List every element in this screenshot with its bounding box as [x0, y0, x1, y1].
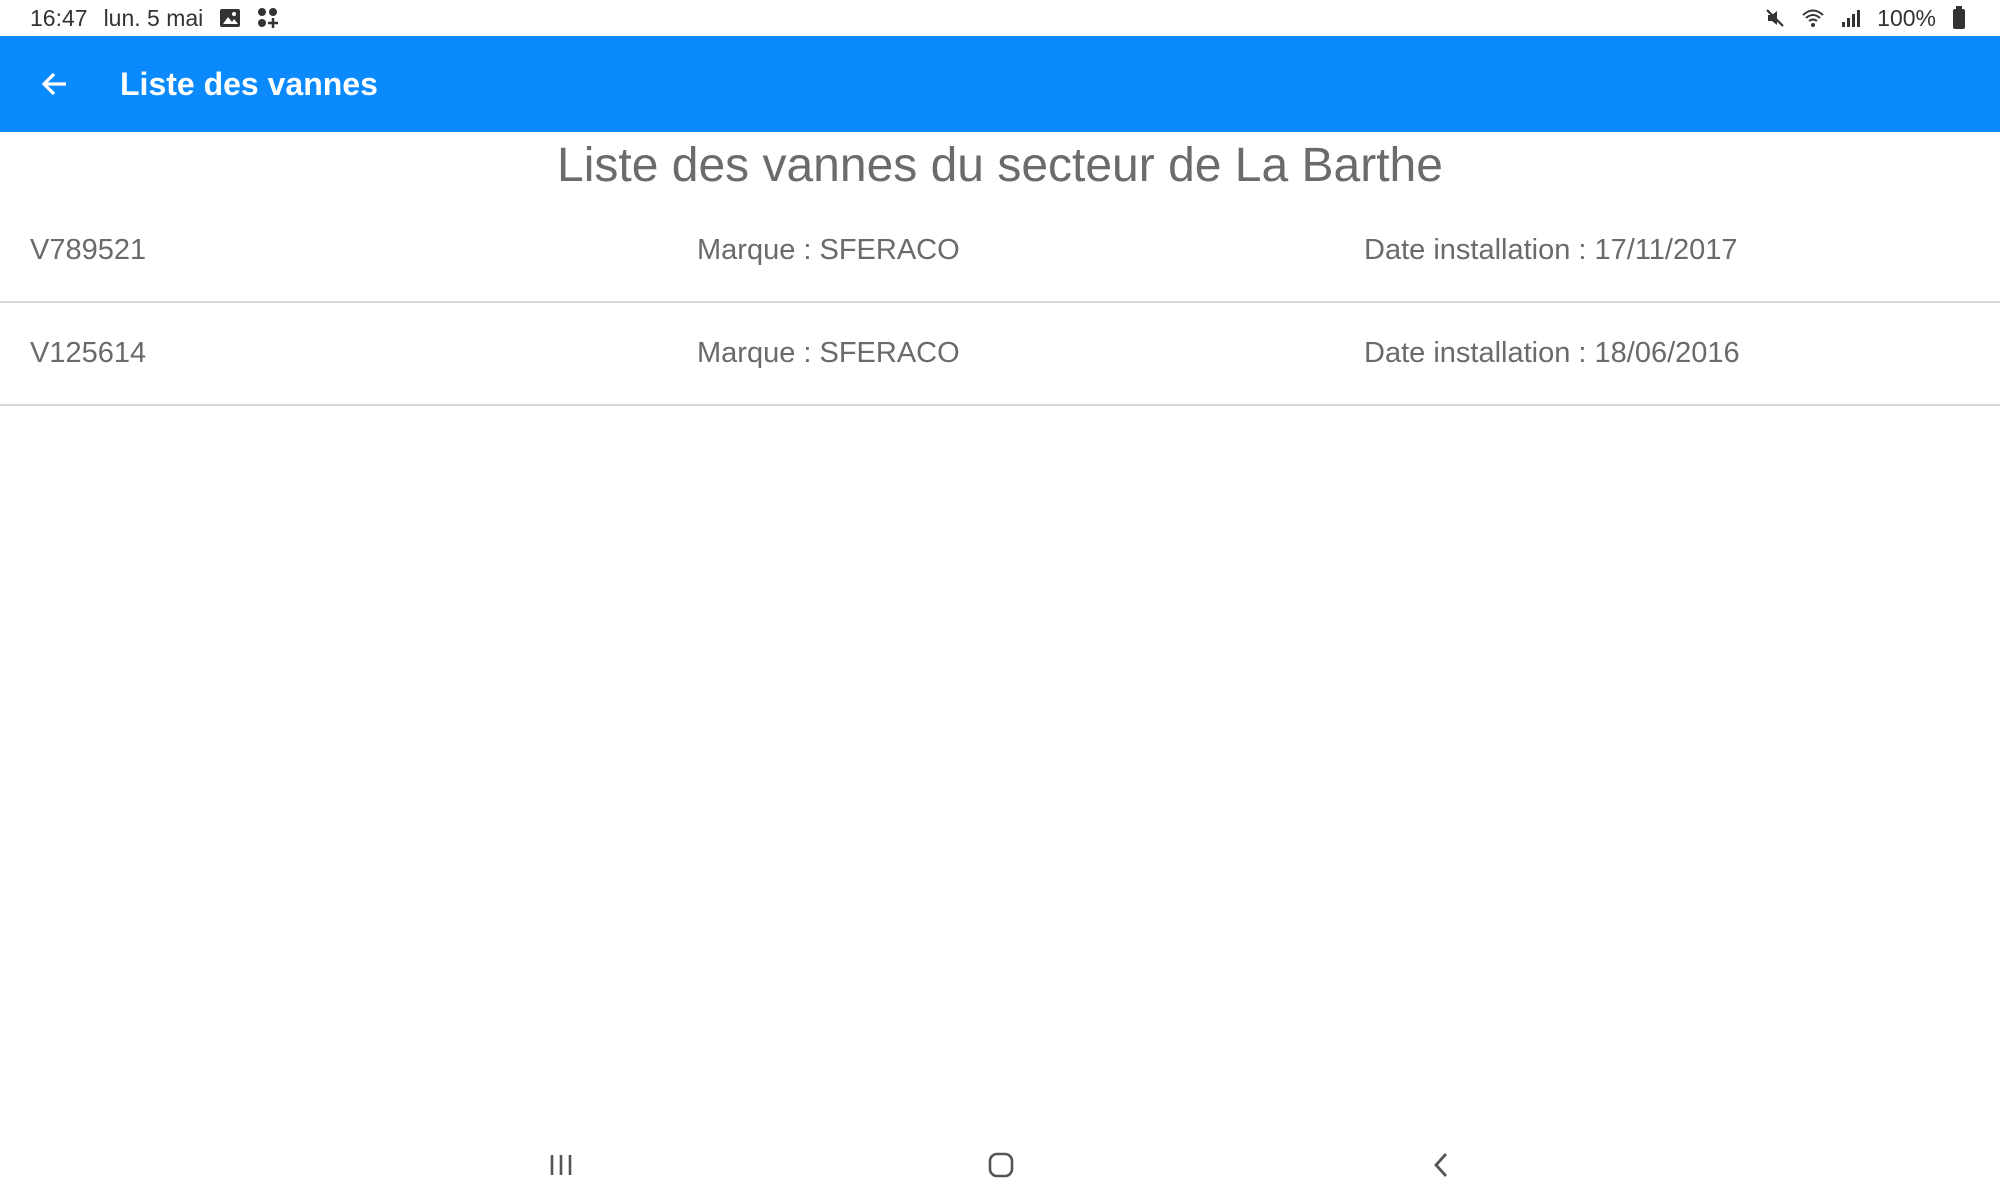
battery-icon: [1952, 6, 1966, 30]
battery-level: 100%: [1877, 4, 1936, 31]
recent-apps-icon: [548, 1153, 574, 1177]
status-date: lun. 5 mai: [103, 4, 204, 31]
recent-apps-button[interactable]: [521, 1130, 601, 1200]
valve-list: V789521 Marque : SFERACO Date installati…: [0, 200, 2000, 406]
list-item[interactable]: V125614 Marque : SFERACO Date installati…: [0, 303, 2000, 406]
valve-brand: Marque : SFERACO: [697, 234, 960, 266]
status-left: 16:47 lun. 5 mai: [30, 5, 279, 32]
system-back-button[interactable]: [1401, 1130, 1481, 1200]
valve-install-date: Date installation : 17/11/2017: [1364, 234, 1738, 266]
home-icon: [987, 1151, 1015, 1179]
list-item[interactable]: V789521 Marque : SFERACO Date installati…: [0, 200, 2000, 303]
status-bar: 16:47 lun. 5 mai 100%: [0, 0, 2000, 36]
valve-id: V125614: [30, 337, 147, 369]
gallery-icon: [219, 8, 241, 28]
valve-id: V789521: [30, 234, 147, 266]
signal-icon: [1841, 8, 1861, 28]
app-bar: Liste des vannes: [0, 36, 2000, 132]
mute-icon: [1765, 8, 1785, 28]
navigation-bar: [0, 1130, 2000, 1200]
valve-install-date: Date installation : 18/06/2016: [1364, 337, 1740, 369]
page-title: Liste des vannes du secteur de La Barthe: [557, 139, 1443, 192]
arrow-left-icon: [40, 69, 70, 99]
app-title: Liste des vannes: [120, 65, 378, 102]
valve-brand: Marque : SFERACO: [697, 337, 960, 369]
status-time: 16:47: [30, 4, 88, 31]
wifi-icon: [1801, 8, 1825, 28]
apps-icon: [257, 7, 279, 29]
back-icon: [1430, 1151, 1452, 1179]
home-button[interactable]: [961, 1130, 1041, 1200]
status-right: 100%: [1765, 5, 1966, 32]
back-button[interactable]: [0, 36, 110, 132]
